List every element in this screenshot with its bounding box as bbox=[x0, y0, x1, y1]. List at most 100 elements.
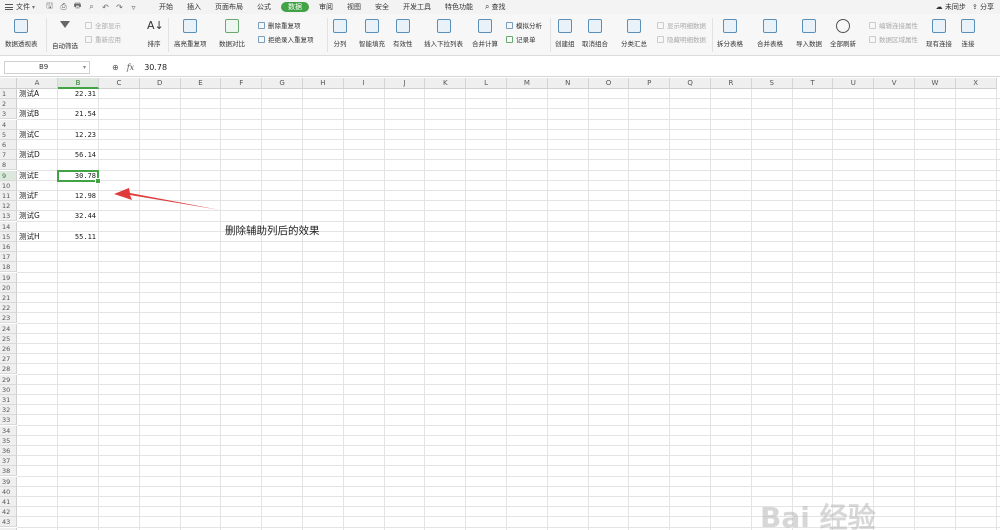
row-header-15[interactable]: 15 bbox=[0, 231, 17, 242]
column-header-E[interactable]: E bbox=[180, 78, 222, 89]
row-header-19[interactable]: 19 bbox=[0, 272, 17, 283]
row-header-24[interactable]: 24 bbox=[0, 323, 17, 334]
column-header-R[interactable]: R bbox=[711, 78, 752, 89]
row-header-25[interactable]: 25 bbox=[0, 333, 17, 344]
split-column-button[interactable]: 分列 bbox=[333, 19, 347, 48]
row-header-42[interactable]: 42 bbox=[0, 507, 17, 518]
ungroup-button[interactable]: 取消组合 bbox=[582, 19, 608, 48]
tab-4[interactable]: 数据 bbox=[281, 2, 310, 12]
tab-0[interactable]: 开始 bbox=[152, 0, 180, 14]
tab-5[interactable]: 审阅 bbox=[312, 0, 340, 14]
consolidate-button[interactable]: 合并计算 bbox=[472, 19, 498, 48]
column-header-H[interactable]: H bbox=[303, 78, 344, 89]
insert-dropdown-button[interactable]: 插入下拉列表 bbox=[424, 19, 463, 48]
row-header-2[interactable]: 2 bbox=[0, 99, 17, 110]
name-box[interactable]: B9 ▾ bbox=[4, 60, 90, 74]
cell-b1[interactable]: 22.31 bbox=[58, 89, 99, 99]
column-header-C[interactable]: C bbox=[99, 78, 140, 89]
search-button[interactable]: ⌕ 查找 bbox=[480, 2, 505, 12]
autofilter-button[interactable]: 自动筛选 bbox=[52, 19, 78, 50]
print-icon[interactable]: 🖶 bbox=[73, 0, 82, 14]
cell-a1[interactable]: 测试A bbox=[17, 89, 58, 99]
tab-9[interactable]: 特色功能 bbox=[438, 0, 480, 14]
row-header-30[interactable]: 30 bbox=[0, 384, 17, 395]
validity-button[interactable]: 有效性 bbox=[393, 19, 413, 48]
cell-a7[interactable]: 测试D bbox=[17, 150, 58, 160]
row-header-33[interactable]: 33 bbox=[0, 415, 17, 426]
tab-2[interactable]: 页面布局 bbox=[208, 0, 250, 14]
row-header-16[interactable]: 16 bbox=[0, 242, 17, 252]
column-header-G[interactable]: G bbox=[262, 78, 303, 89]
row-header-3[interactable]: 3 bbox=[0, 109, 17, 120]
row-header-23[interactable]: 23 bbox=[0, 313, 17, 324]
row-header-32[interactable]: 32 bbox=[0, 405, 17, 416]
row-header-17[interactable]: 17 bbox=[0, 252, 17, 263]
tab-8[interactable]: 开发工具 bbox=[396, 0, 438, 14]
share-button[interactable]: ⇪ 分享 bbox=[972, 2, 994, 12]
column-header-T[interactable]: T bbox=[792, 78, 834, 89]
edit-links-button[interactable]: 编辑连接属性 bbox=[869, 20, 918, 30]
row-header-1[interactable]: 1 bbox=[0, 89, 17, 99]
column-header-O[interactable]: O bbox=[588, 78, 630, 89]
spreadsheet-grid[interactable]: A B C D E F G H I J K L M N O P Q R S T U V W X 1 2 3 4 5 6 7 8 9 10 11 12 1… bbox=[0, 78, 1000, 530]
row-header-22[interactable]: 22 bbox=[0, 303, 17, 314]
redo-history-icon[interactable]: ⎙ bbox=[59, 2, 68, 12]
merge-table-button[interactable]: 合并表格 bbox=[757, 19, 783, 48]
pivot-table-button[interactable]: 数据透视表 bbox=[5, 19, 38, 48]
column-header-V[interactable]: V bbox=[874, 78, 915, 89]
column-header-J[interactable]: J bbox=[384, 78, 426, 89]
column-header-I[interactable]: I bbox=[343, 78, 385, 89]
tab-3[interactable]: 公式 bbox=[250, 0, 278, 14]
redo-icon[interactable]: ↷ bbox=[115, 3, 124, 12]
formula-input[interactable]: 30.78 bbox=[144, 63, 167, 72]
reject-duplicates-button[interactable]: 拒绝录入重复项 bbox=[258, 34, 314, 44]
compare-button[interactable]: 数据对比 bbox=[219, 19, 245, 48]
row-header-28[interactable]: 28 bbox=[0, 364, 17, 375]
cell-a9[interactable]: 测试E bbox=[17, 171, 58, 181]
row-header-21[interactable]: 21 bbox=[0, 293, 17, 303]
import-data-button[interactable]: 导入数据 bbox=[796, 19, 822, 48]
sync-status[interactable]: ☁ 未同步 bbox=[936, 2, 966, 12]
function-icon[interactable]: fx bbox=[127, 63, 134, 72]
create-group-button[interactable]: 创建组 bbox=[555, 19, 575, 48]
tab-6[interactable]: 视图 bbox=[340, 0, 368, 14]
remove-duplicates-button[interactable]: 删除重复项 bbox=[258, 20, 301, 30]
tab-7[interactable]: 安全 bbox=[368, 0, 396, 14]
cell-a15[interactable]: 测试H bbox=[17, 232, 58, 242]
undo-icon[interactable]: ↶ bbox=[101, 3, 110, 12]
subtotal-button[interactable]: 分类汇总 bbox=[621, 19, 647, 48]
row-header-4[interactable]: 4 bbox=[0, 119, 17, 130]
row-header-14[interactable]: 14 bbox=[0, 221, 17, 232]
hide-detail-button[interactable]: 隐藏明细数据 bbox=[657, 34, 706, 44]
column-header-F[interactable]: F bbox=[221, 78, 263, 89]
connect-button[interactable]: 连接 bbox=[961, 19, 975, 48]
existing-connections-button[interactable]: 现有连接 bbox=[926, 19, 952, 48]
cell-b5[interactable]: 12.23 bbox=[58, 130, 99, 140]
column-header-U[interactable]: U bbox=[833, 78, 875, 89]
file-menu[interactable]: 文件 ▾ bbox=[0, 2, 39, 12]
cell-a3[interactable]: 测试B bbox=[17, 109, 58, 119]
row-header-43[interactable]: 43 bbox=[0, 517, 17, 528]
row-header-26[interactable]: 26 bbox=[0, 344, 17, 354]
column-header-B[interactable]: B bbox=[58, 78, 99, 89]
row-header-10[interactable]: 10 bbox=[0, 180, 17, 191]
row-header-9[interactable]: 9 bbox=[0, 170, 17, 181]
row-header-11[interactable]: 11 bbox=[0, 191, 17, 201]
save-icon[interactable]: 🖫 bbox=[45, 0, 54, 14]
column-header-D[interactable]: D bbox=[139, 78, 181, 89]
column-header-K[interactable]: K bbox=[425, 78, 467, 89]
row-header-39[interactable]: 39 bbox=[0, 476, 17, 487]
row-header-31[interactable]: 31 bbox=[0, 395, 17, 405]
tab-1[interactable]: 插入 bbox=[180, 0, 208, 14]
record-form-button[interactable]: 记录单 bbox=[506, 34, 536, 44]
row-header-35[interactable]: 35 bbox=[0, 435, 17, 446]
column-header-X[interactable]: X bbox=[955, 78, 997, 89]
row-header-8[interactable]: 8 bbox=[0, 160, 17, 171]
sort-button[interactable]: A↓ 排序 bbox=[147, 19, 164, 48]
smart-fill-button[interactable]: 智能填充 bbox=[359, 19, 385, 48]
row-header-20[interactable]: 20 bbox=[0, 282, 17, 293]
row-header-36[interactable]: 36 bbox=[0, 446, 17, 456]
cell-a13[interactable]: 测试G bbox=[17, 211, 58, 221]
highlight-duplicates-button[interactable]: 高亮重复项 bbox=[174, 19, 207, 48]
column-header-M[interactable]: M bbox=[507, 78, 548, 89]
